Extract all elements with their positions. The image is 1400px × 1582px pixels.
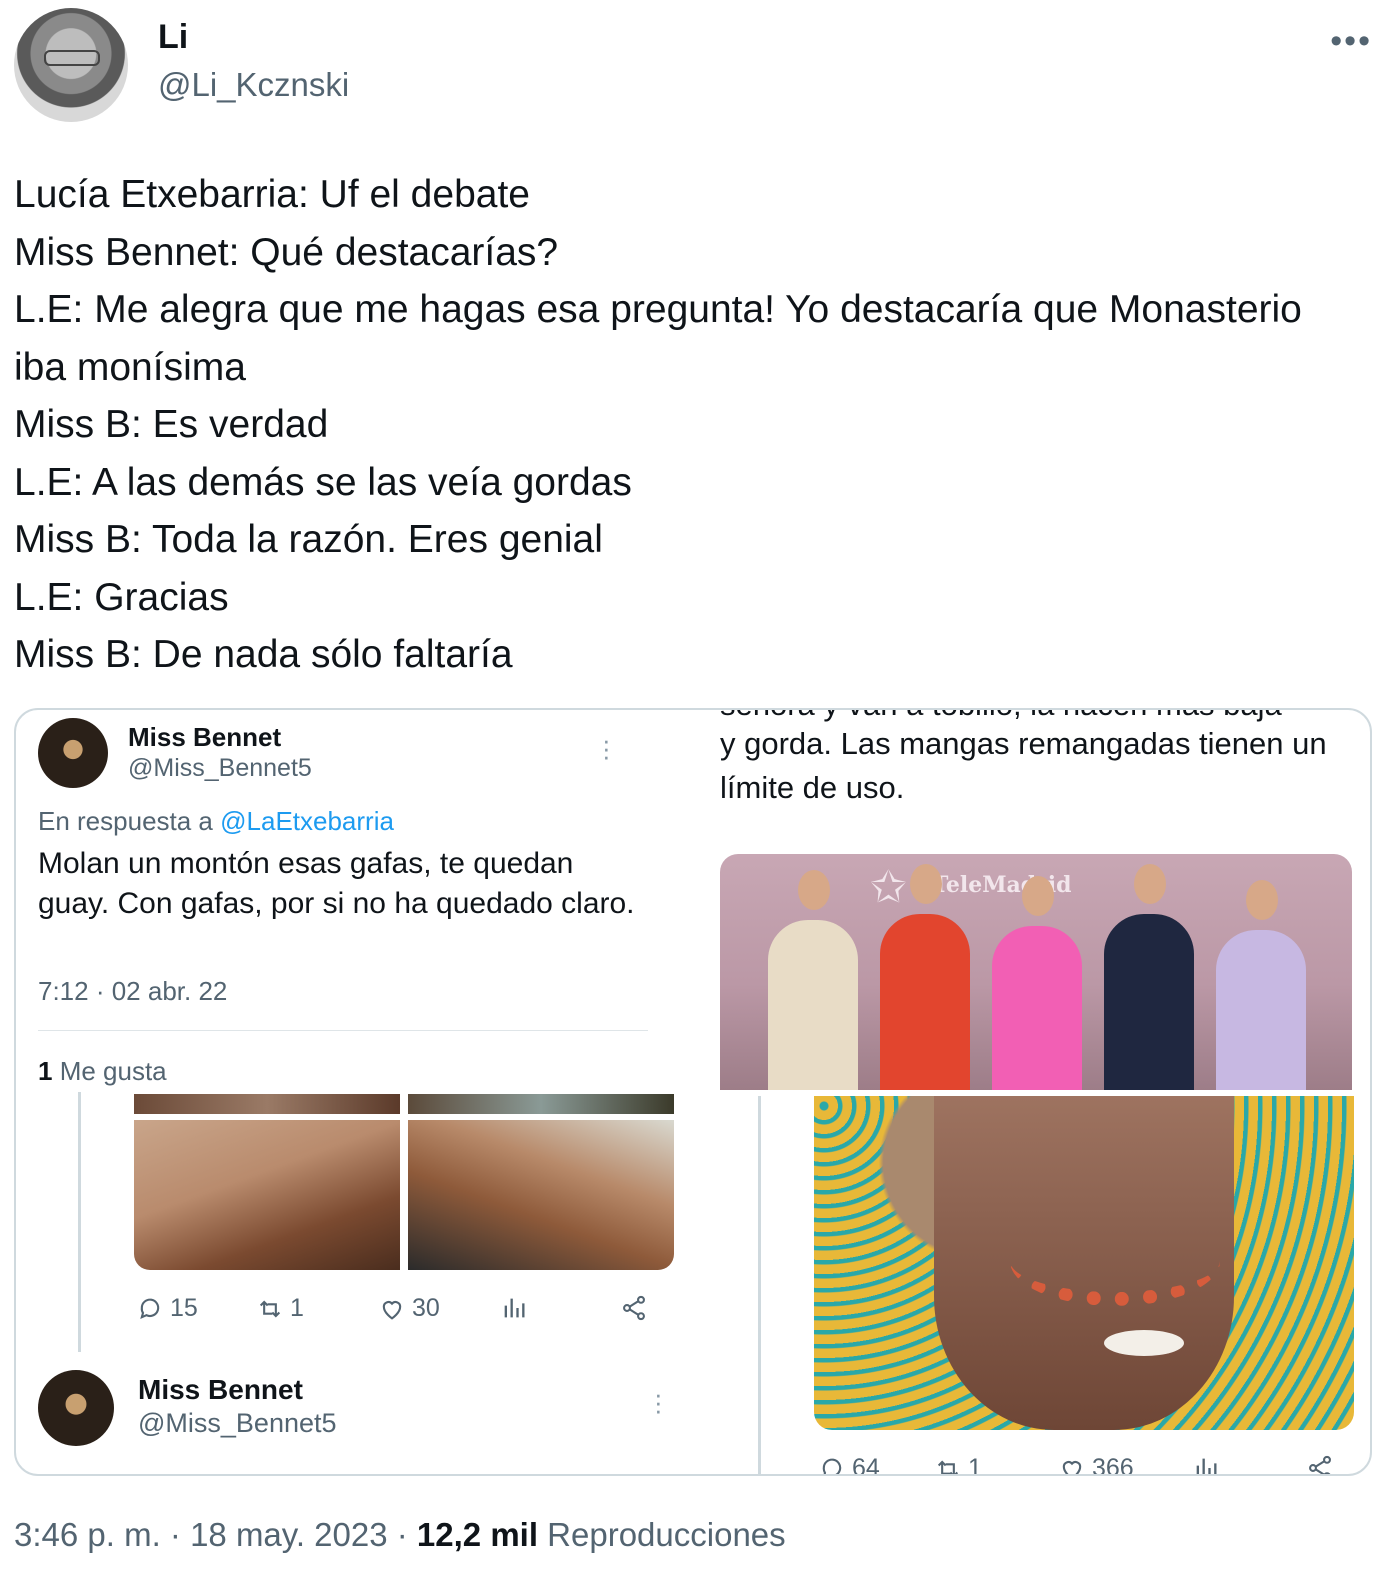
heart-icon: [382, 1300, 402, 1320]
like-action: 366: [1058, 1454, 1134, 1476]
person: [880, 864, 970, 1090]
necklace-photo: [814, 1096, 1354, 1430]
person: [768, 870, 858, 1090]
tweet-line: L.E: Gracias: [14, 575, 229, 619]
more-vertical-icon: · · ·: [654, 1379, 663, 1425]
tweet-line: Lucía Etxebarria: Uf el debate: [14, 173, 530, 216]
embedded-avatar: [38, 1370, 114, 1446]
retweet-action: 1: [934, 1454, 982, 1476]
reply-prefix: En respuesta a: [38, 806, 221, 836]
person: [1216, 880, 1306, 1090]
retweet-action: 1: [256, 1294, 304, 1323]
person-head: [910, 864, 942, 904]
photo-strip: [134, 1094, 400, 1114]
analytics-action: [500, 1294, 528, 1322]
embedded-author-handle: @Miss_Bennet5: [138, 1408, 337, 1438]
photo-pendant: [1104, 1330, 1184, 1356]
debate-photo: ✩ TeleMadrid: [720, 854, 1352, 1090]
like-count: 30: [412, 1294, 440, 1322]
retweet-count: 1: [290, 1294, 304, 1322]
embedded-tweet-time: 7:12 · 02 abr. 22: [38, 976, 228, 1006]
author-name[interactable]: Li: [158, 18, 188, 57]
tweet-meta: 3:46 p. m. · 18 may. 2023 · 12,2 mil Rep…: [14, 1516, 786, 1554]
person: [1104, 864, 1194, 1090]
tweet-line: L.E: A las demás se las veía gordas: [14, 460, 632, 504]
embedded-photo: [134, 1120, 400, 1270]
reply-action: 64: [818, 1454, 880, 1476]
photo-strip: [408, 1094, 674, 1114]
more-horizontal-icon[interactable]: •••: [1330, 22, 1372, 61]
like-action: 30: [378, 1294, 440, 1323]
embedded-tweet-text: Molan un montón esas gafas, te quedan gu…: [38, 847, 635, 920]
embedded-screenshot-left: Miss Bennet @Miss_Bennet5 · · · En respues…: [16, 710, 706, 1474]
embedded-photo: [408, 1120, 674, 1270]
embedded-author-name: Miss Bennet: [138, 1374, 303, 1405]
photo-necklace: [1010, 1216, 1220, 1306]
person-head: [1134, 864, 1166, 904]
tweet-line: Miss B: De nada sólo faltaría: [14, 633, 513, 676]
person-head: [1022, 876, 1054, 916]
author-avatar[interactable]: [14, 8, 128, 122]
person-head: [1246, 880, 1278, 920]
person: [992, 876, 1082, 1090]
reply-count: 15: [170, 1294, 198, 1322]
analytics-action: [1192, 1454, 1220, 1474]
reply-count: 64: [852, 1454, 880, 1476]
tweet-line: Miss B: Toda la razón. Eres genial: [14, 518, 603, 561]
views-count: 12,2 mil: [416, 1516, 538, 1553]
embedded-screenshot-right: señora y van a tobillo, la hacen más baj…: [706, 710, 1370, 1476]
tweet-line: iba monísima: [14, 345, 246, 389]
star-logo-icon: ✩: [870, 863, 907, 912]
retweet-icon: [259, 1300, 281, 1317]
embedded-author-handle: @Miss_Bennet5: [128, 754, 312, 782]
share-icon: [1309, 1455, 1331, 1474]
reply-to: En respuesta a @LaEtxebarria: [38, 806, 394, 837]
author-handle[interactable]: @Li_Kcznski: [158, 66, 349, 104]
cut-off-line: señora y van a tobillo, la hacen más baj…: [720, 710, 1360, 722]
analytics-icon: [504, 1298, 525, 1318]
share-icon: [623, 1295, 645, 1321]
views-label: Reproducciones: [538, 1516, 786, 1553]
embedded-avatar: [38, 718, 108, 788]
tweet-timestamp[interactable]: 3:46 p. m. · 18 may. 2023 ·: [14, 1516, 417, 1553]
avatar-glasses: [44, 50, 100, 66]
embedded-likes: 1 Me gusta: [38, 1056, 167, 1087]
reply-icon: [140, 1298, 160, 1319]
share-action: [1306, 1454, 1334, 1474]
embedded-right-text: señora y van a tobillo, la hacen más baj…: [720, 710, 1360, 810]
share-action: [620, 1294, 648, 1322]
embedded-author-name: Miss Bennet: [128, 722, 282, 752]
retweet-icon: [937, 1460, 959, 1474]
retweet-count: 1: [968, 1454, 982, 1476]
likes-count: 1: [38, 1056, 53, 1086]
more-vertical-icon: · · ·: [602, 725, 611, 771]
likes-label: Me gusta: [52, 1056, 167, 1086]
reply-mention: @LaEtxebarria: [220, 806, 394, 836]
tweet-media[interactable]: Miss Bennet @Miss_Bennet5 · · · En respues…: [14, 708, 1372, 1476]
heart-icon: [1062, 1460, 1082, 1474]
analytics-icon: [1196, 1458, 1217, 1474]
reply-icon: [822, 1458, 842, 1474]
like-count: 366: [1092, 1454, 1134, 1476]
thread-line: [758, 1096, 761, 1474]
tweet-line: Miss Bennet: Qué destacarías?: [14, 230, 559, 274]
person-head: [798, 870, 830, 910]
divider: [38, 1030, 648, 1031]
reply-action: 15: [136, 1294, 198, 1323]
tweet-text: Lucía Etxebarria: Uf el debate Miss Benn…: [14, 166, 1384, 684]
tweet-line: Miss B: Es verdad: [14, 403, 329, 446]
thread-line: [78, 1092, 81, 1352]
tweet-line: L.E: Me alegra que me hagas esa pregunta…: [14, 288, 1302, 331]
embedded-right-body: y gorda. Las mangas remangadas tienen un…: [720, 726, 1327, 805]
